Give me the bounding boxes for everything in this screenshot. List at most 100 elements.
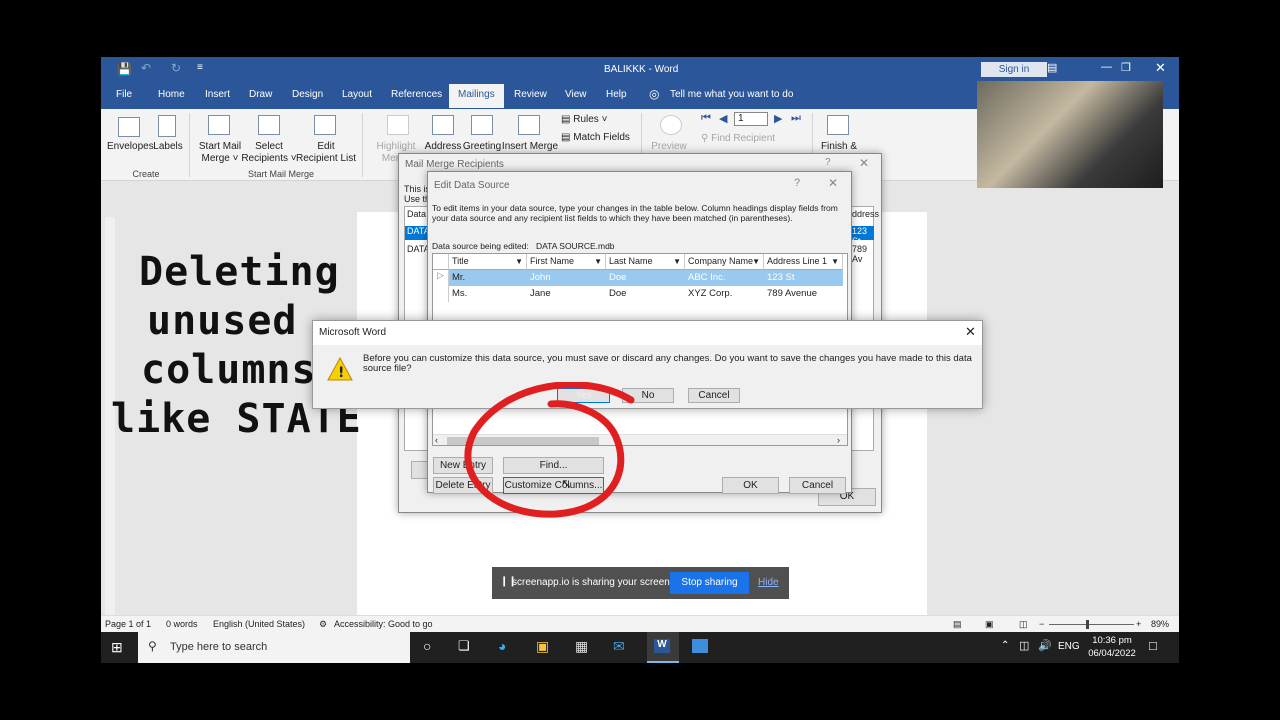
tab-references[interactable]: References [391, 89, 442, 100]
cell-title[interactable]: Mr. [449, 270, 527, 286]
tell-me-search[interactable]: Tell me what you want to do [670, 89, 793, 100]
close-icon[interactable]: ✕ [1155, 60, 1166, 76]
store-icon[interactable]: ▦ [575, 638, 588, 655]
hide-link[interactable]: Hide [758, 577, 779, 588]
eds-ok-button[interactable]: OK [722, 477, 779, 494]
eds-cancel-button[interactable]: Cancel [789, 477, 846, 494]
find-recipient-button[interactable]: ⚲ Find Recipient [701, 133, 775, 145]
finish-merge-button[interactable]: Finish & [817, 141, 861, 153]
first-record-icon[interactable]: ⏮ [701, 112, 711, 125]
chevron-down-icon[interactable]: ▼ [831, 254, 839, 269]
tab-review[interactable]: Review [514, 89, 547, 100]
chevron-down-icon[interactable]: ▼ [594, 254, 602, 269]
save-icon[interactable]: 💾 [117, 62, 132, 76]
clock[interactable]: 10:36 pm 06/04/2022 [1087, 634, 1137, 660]
insert-merge-field-button[interactable]: Insert Merge [501, 141, 559, 153]
task-view-icon[interactable]: ❏ [458, 638, 470, 654]
greeting-line-button[interactable]: Greeting [461, 141, 503, 153]
zoom-slider-thumb[interactable] [1086, 620, 1089, 629]
tab-help[interactable]: Help [606, 89, 627, 100]
cell-last-name[interactable]: Doe [606, 286, 685, 302]
tab-layout[interactable]: Layout [342, 89, 372, 100]
undo-icon[interactable]: ↶ [141, 61, 151, 75]
cell-address[interactable]: 123 St [764, 270, 843, 286]
network-icon[interactable]: ◫ [1019, 639, 1029, 652]
help-icon[interactable]: ? [794, 177, 800, 189]
sign-in-button[interactable]: Sign in [981, 62, 1047, 77]
scroll-left-icon[interactable]: ‹ [435, 435, 438, 445]
cell-title[interactable]: Ms. [449, 286, 527, 302]
column-header-last-name[interactable]: Last Name ▼ [606, 254, 685, 270]
next-record-icon[interactable]: ▶ [774, 112, 782, 125]
column-header-company-name[interactable]: Company Name ▼ [685, 254, 764, 270]
start-mail-merge-button[interactable]: Start Mail Merge ˅ [195, 141, 245, 165]
minimize-icon[interactable]: — [1101, 61, 1112, 73]
volume-icon[interactable]: 🔊 [1038, 639, 1052, 652]
last-record-icon[interactable]: ⏭ [791, 112, 801, 125]
cell-company-name[interactable]: XYZ Corp. [685, 286, 764, 302]
screen-recorder-icon[interactable] [692, 639, 708, 653]
previous-record-icon[interactable]: ◀ [719, 112, 727, 125]
cell-address[interactable]: 789 Avenue [764, 286, 843, 302]
address-block-button[interactable]: Address [423, 141, 463, 153]
chevron-down-icon[interactable]: ▼ [673, 254, 681, 269]
tab-mailings[interactable]: Mailings [449, 84, 504, 108]
tab-home[interactable]: Home [158, 89, 185, 100]
file-explorer-icon[interactable]: ▣ [536, 638, 549, 655]
tab-design[interactable]: Design [292, 89, 323, 100]
edge-icon[interactable]: ◕ [498, 638, 506, 654]
labels-button[interactable]: Labels [153, 141, 183, 153]
tab-view[interactable]: View [565, 89, 587, 100]
row-indicator-icon[interactable]: ▷ [433, 270, 449, 286]
redo-icon[interactable]: ↻ [171, 61, 181, 75]
preview-results-button[interactable]: Preview [649, 141, 689, 153]
column-header-title[interactable]: Title ▼ [449, 254, 527, 270]
cell-first-name[interactable]: John [527, 270, 606, 286]
close-icon[interactable]: ✕ [859, 156, 869, 170]
close-icon[interactable]: ✕ [828, 176, 838, 190]
notification-icon[interactable]: □ [1149, 638, 1157, 653]
chevron-down-icon[interactable]: ▼ [752, 254, 760, 269]
close-icon[interactable]: ✕ [965, 324, 976, 340]
language[interactable]: English (United States) [213, 619, 305, 629]
scroll-right-icon[interactable]: › [837, 435, 840, 445]
taskbar-search-box[interactable]: ⚲ Type here to search [138, 632, 410, 663]
column-header-address-line-1[interactable]: Address Line 1 ▼ [764, 254, 843, 270]
tab-file[interactable]: File [116, 89, 132, 100]
zoom-in-icon[interactable]: + [1136, 619, 1141, 629]
tab-insert[interactable]: Insert [205, 89, 230, 100]
customize-toolbar-icon[interactable]: ≡ [197, 62, 203, 73]
edit-recipient-list-button[interactable]: Edit Recipient List [295, 141, 357, 165]
page-count[interactable]: Page 1 of 1 [105, 619, 151, 629]
accessibility-status[interactable]: Accessibility: Good to go [334, 619, 433, 629]
windows-start-icon[interactable]: ⊞ [111, 639, 123, 656]
read-mode-icon[interactable]: ▤ [953, 619, 962, 630]
mail-icon[interactable]: ✉ [613, 638, 625, 655]
tab-draw[interactable]: Draw [249, 89, 272, 100]
restore-icon[interactable]: ❐ [1121, 61, 1131, 74]
help-icon[interactable]: ? [825, 157, 831, 168]
select-recipients-button[interactable]: Select Recipients ˅ [241, 141, 297, 165]
stop-sharing-button[interactable]: Stop sharing [670, 572, 749, 594]
input-language[interactable]: ENG [1058, 641, 1080, 652]
zoom-slider[interactable] [1049, 624, 1134, 625]
zoom-level[interactable]: 89% [1151, 619, 1169, 629]
cell-last-name[interactable]: Doe [606, 270, 685, 286]
ribbon-display-icon[interactable]: ▤ [1047, 61, 1057, 74]
cell-first-name[interactable]: Jane [527, 286, 606, 302]
column-header-first-name[interactable]: First Name ▼ [527, 254, 606, 270]
match-fields-button[interactable]: ▤ Match Fields [561, 132, 630, 144]
print-layout-icon[interactable]: ▣ [985, 619, 994, 630]
rules-button[interactable]: ▤ Rules ˅ [561, 114, 607, 126]
chevron-up-icon[interactable]: ⌃ [1001, 640, 1009, 651]
web-layout-icon[interactable]: ◫ [1019, 619, 1028, 630]
word-count[interactable]: 0 words [166, 619, 198, 629]
record-number-input[interactable]: 1 [734, 112, 768, 126]
envelopes-button[interactable]: Envelopes [107, 141, 154, 153]
mmr-row-1[interactable]: DATA [405, 226, 430, 240]
cortana-icon[interactable]: ○ [423, 638, 431, 654]
row-indicator[interactable] [433, 286, 449, 302]
cell-company-name[interactable]: ABC Inc. [685, 270, 764, 286]
zoom-out-icon[interactable]: − [1039, 619, 1044, 629]
chevron-down-icon[interactable]: ▼ [515, 254, 523, 269]
